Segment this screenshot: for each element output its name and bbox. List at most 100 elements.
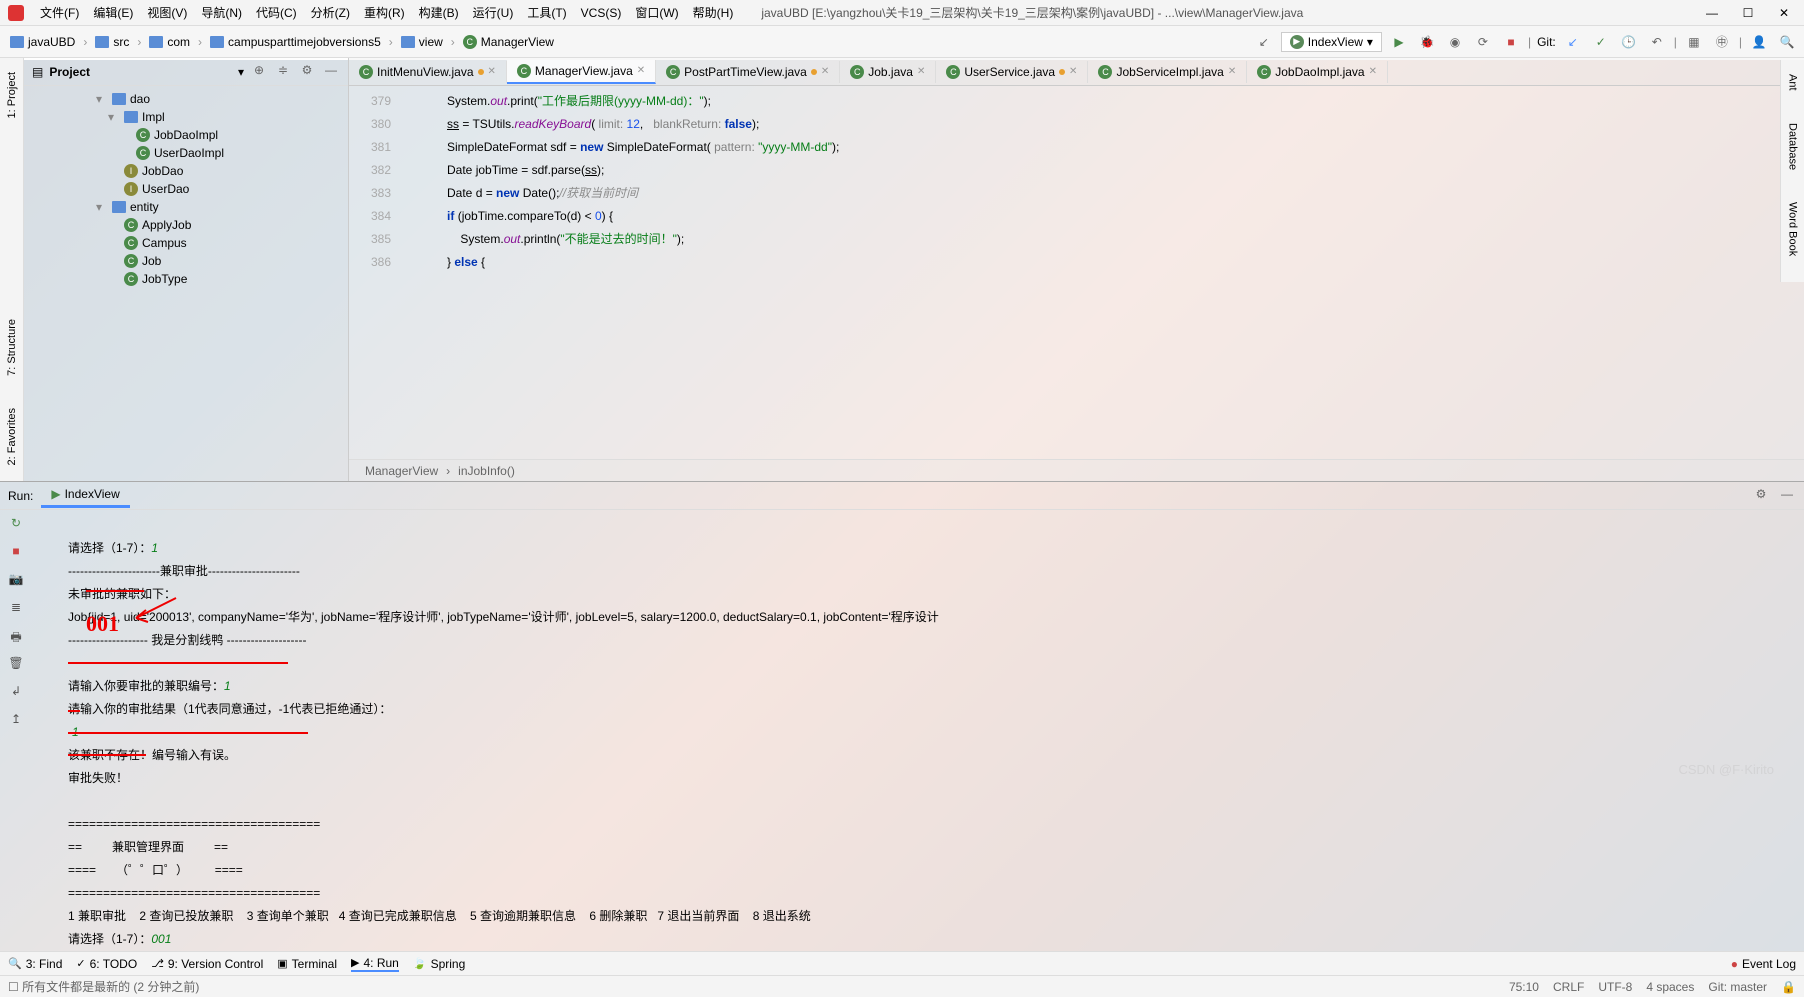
project-tree[interactable]: ▾dao▾ImplCJobDaoImplCUserDaoImplIJobDaoI… <box>24 86 348 481</box>
menu-nav[interactable]: 导航(N) <box>195 2 248 23</box>
favorites-tab[interactable]: 2: Favorites <box>4 402 20 471</box>
menu-file[interactable]: 文件(F) <box>34 2 85 23</box>
close-button[interactable]: ✕ <box>1772 6 1796 20</box>
rerun-icon[interactable]: ↻ <box>6 516 26 536</box>
tree-item[interactable]: CCampus <box>24 234 348 252</box>
editor-tab[interactable]: CInitMenuView.java✕ <box>349 61 507 83</box>
maximize-button[interactable]: ☐ <box>1736 6 1760 20</box>
minimize-button[interactable]: — <box>1700 6 1724 20</box>
git-update-button[interactable]: ↙ <box>1562 31 1584 53</box>
search-button[interactable]: 🔍 <box>1776 31 1798 53</box>
indent[interactable]: 4 spaces <box>1646 980 1694 994</box>
tree-item[interactable]: ▾entity <box>24 198 348 216</box>
close-tab-icon[interactable]: ✕ <box>488 66 496 77</box>
close-tab-icon[interactable]: ✕ <box>821 66 829 77</box>
editor-tab[interactable]: CJob.java✕ <box>840 61 936 83</box>
project-select-icon[interactable]: ▤ <box>32 65 43 79</box>
translate-button[interactable]: ㊥ <box>1711 31 1733 53</box>
menu-code[interactable]: 代码(C) <box>250 2 303 23</box>
tree-item[interactable]: IUserDao <box>24 180 348 198</box>
wordbook-tab[interactable]: Word Book <box>1785 196 1801 262</box>
close-tab-icon[interactable]: ✕ <box>917 66 925 77</box>
scroll-icon[interactable]: ↥ <box>6 712 26 732</box>
tree-item[interactable]: IJobDao <box>24 162 348 180</box>
print-icon[interactable]: 🖶 <box>6 628 26 648</box>
settings-icon[interactable]: ⚙ <box>298 63 316 81</box>
close-tab-icon[interactable]: ✕ <box>1069 66 1077 77</box>
run-button[interactable]: ▶ <box>1388 31 1410 53</box>
layout-icon[interactable]: ≣ <box>6 600 26 620</box>
wrap-icon[interactable]: ↲ <box>6 684 26 704</box>
coverage-button[interactable]: ◉ <box>1444 31 1466 53</box>
database-tab[interactable]: Database <box>1785 117 1801 176</box>
breadcrumb-class[interactable]: CManagerView <box>459 33 558 51</box>
delete-icon[interactable]: 🗑 <box>6 656 26 676</box>
find-tab[interactable]: 🔍 3: Find <box>8 957 62 971</box>
tree-item[interactable]: ▾Impl <box>24 108 348 126</box>
tree-item[interactable]: ▾dao <box>24 90 348 108</box>
lock-icon[interactable]: 🔒 <box>1781 980 1796 994</box>
cursor-position[interactable]: 75:10 <box>1509 980 1539 994</box>
event-log-tab[interactable]: ● Event Log <box>1731 957 1796 971</box>
tree-item[interactable]: CJobDaoImpl <box>24 126 348 144</box>
ant-tab[interactable]: Ant <box>1785 68 1801 97</box>
breadcrumb[interactable]: campusparttimejobversions5 <box>206 33 385 51</box>
tree-item[interactable]: CJobType <box>24 270 348 288</box>
menu-refactor[interactable]: 重构(R) <box>358 2 411 23</box>
structure-tab[interactable]: 7: Structure <box>4 313 20 382</box>
git-history-button[interactable]: 🕒 <box>1618 31 1640 53</box>
encoding[interactable]: UTF-8 <box>1598 980 1632 994</box>
close-tab-icon[interactable]: ✕ <box>1369 66 1377 77</box>
profile-button[interactable]: ⟳ <box>1472 31 1494 53</box>
line-separator[interactable]: CRLF <box>1553 980 1584 994</box>
git-revert-button[interactable]: ↶ <box>1646 31 1668 53</box>
editor-tab[interactable]: CJobDaoImpl.java✕ <box>1247 61 1388 83</box>
git-branch[interactable]: Git: master <box>1708 980 1767 994</box>
breadcrumb[interactable]: com <box>145 33 194 51</box>
run-bottom-tab[interactable]: ▶ 4: Run <box>351 956 399 972</box>
menu-build[interactable]: 构建(B) <box>413 2 465 23</box>
run-tab[interactable]: ▶IndexView <box>41 483 129 508</box>
stop-icon[interactable]: ■ <box>6 544 26 564</box>
menu-tools[interactable]: 工具(T) <box>521 2 572 23</box>
terminal-tab[interactable]: ▣ Terminal <box>277 957 337 971</box>
hide-icon[interactable]: — <box>322 63 340 81</box>
back-button[interactable]: ↙ <box>1253 31 1275 53</box>
console-output[interactable]: 请选择（1-7）：1 -----------------------兼职审批--… <box>56 510 1804 951</box>
code-editor[interactable]: System.out.print("工作最后期限(yyyy-MM-dd)：");… <box>399 86 1804 459</box>
locate-icon[interactable]: ⊕ <box>250 63 268 81</box>
tree-item[interactable]: CApplyJob <box>24 216 348 234</box>
run-config-selector[interactable]: ▶IndexView▾ <box>1281 32 1382 52</box>
menu-help[interactable]: 帮助(H) <box>687 2 740 23</box>
menu-analyze[interactable]: 分析(Z) <box>305 2 356 23</box>
stop-button[interactable]: ■ <box>1500 31 1522 53</box>
close-tab-icon[interactable]: ✕ <box>1228 66 1236 77</box>
git-commit-button[interactable]: ✓ <box>1590 31 1612 53</box>
editor-tab[interactable]: CPostPartTimeView.java✕ <box>656 61 840 83</box>
tree-item[interactable]: CUserDaoImpl <box>24 144 348 162</box>
structure-button[interactable]: ▦ <box>1683 31 1705 53</box>
avatar-button[interactable]: 👤 <box>1748 31 1770 53</box>
camera-icon[interactable]: 📷 <box>6 572 26 592</box>
crumb-method[interactable]: inJobInfo() <box>458 464 515 478</box>
debug-button[interactable]: 🐞 <box>1416 31 1438 53</box>
gear-icon[interactable]: ⚙ <box>1752 487 1770 505</box>
editor-tab[interactable]: CJobServiceImpl.java✕ <box>1088 61 1247 83</box>
close-tab-icon[interactable]: ✕ <box>637 65 645 76</box>
minimize-panel-icon[interactable]: — <box>1778 487 1796 505</box>
menu-run[interactable]: 运行(U) <box>467 2 520 23</box>
editor-tab[interactable]: CUserService.java✕ <box>936 61 1088 83</box>
crumb-class[interactable]: ManagerView <box>365 464 438 478</box>
menu-view[interactable]: 视图(V) <box>141 2 193 23</box>
vcs-tab[interactable]: ⎇ 9: Version Control <box>151 957 263 971</box>
tree-item[interactable]: CJob <box>24 252 348 270</box>
todo-tab[interactable]: ✓ 6: TODO <box>76 957 137 971</box>
menu-vcs[interactable]: VCS(S) <box>575 4 628 22</box>
breadcrumb-root[interactable]: javaUBD <box>6 33 79 51</box>
editor-tab[interactable]: CManagerView.java✕ <box>507 60 656 84</box>
menu-window[interactable]: 窗口(W) <box>629 2 684 23</box>
breadcrumb[interactable]: src <box>91 33 133 51</box>
collapse-icon[interactable]: ≑ <box>274 63 292 81</box>
project-tab[interactable]: 1: Project <box>4 66 20 124</box>
breadcrumb[interactable]: view <box>397 33 447 51</box>
